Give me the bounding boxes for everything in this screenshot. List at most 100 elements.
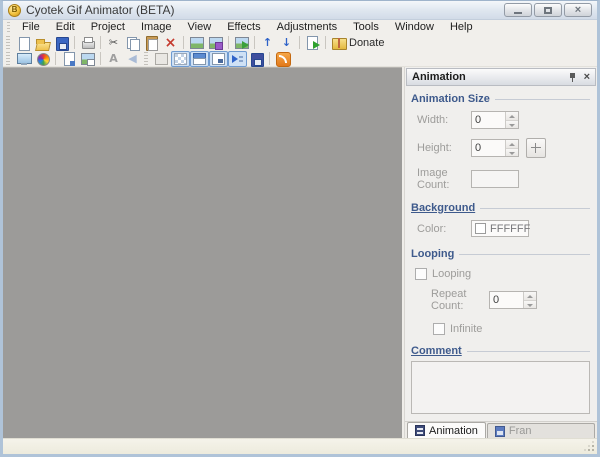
editor-canvas	[3, 67, 402, 438]
view-checkerboard-button[interactable]	[171, 51, 190, 67]
resize-button[interactable]	[526, 138, 546, 158]
color-palette-button[interactable]	[33, 51, 52, 67]
cut-button[interactable]: ✂	[104, 35, 123, 51]
background-color-picker[interactable]: FFFFFF	[471, 220, 529, 237]
extract-frames-icon	[234, 36, 249, 50]
width-stepper[interactable]: 0	[471, 111, 519, 129]
menu-edit[interactable]: Edit	[48, 21, 83, 33]
duplicate-frame-button[interactable]	[78, 51, 97, 67]
titlebar: B Cyotek Gif Animator (BETA) ×	[3, 1, 597, 20]
width-up-icon[interactable]	[506, 112, 518, 121]
infinite-label: Infinite	[450, 323, 482, 335]
toolbar-separator	[183, 36, 184, 49]
image-count-field[interactable]	[471, 170, 519, 188]
menubar-grip[interactable]	[7, 22, 10, 32]
add-image-from-clipboard-button[interactable]	[206, 35, 225, 51]
extract-frames-button[interactable]	[232, 35, 251, 51]
section-animation-size: Animation Size	[411, 93, 590, 105]
view-normal-button[interactable]	[152, 51, 171, 67]
menu-file[interactable]: File	[14, 21, 48, 33]
text-tool-button[interactable]: A	[104, 51, 123, 67]
menu-view[interactable]: View	[180, 21, 220, 33]
panel-header: Animation ×	[406, 68, 596, 86]
news-feed-button[interactable]	[273, 51, 292, 67]
copy-button[interactable]	[123, 35, 142, 51]
menu-effects[interactable]: Effects	[219, 21, 268, 33]
panel-title: Animation	[412, 71, 466, 83]
rss-icon	[275, 52, 290, 66]
toolbar-grip[interactable]	[6, 36, 10, 49]
menu-tools[interactable]: Tools	[345, 21, 387, 33]
pin-icon[interactable]	[568, 72, 577, 83]
add-image-clipboard-icon	[208, 36, 223, 50]
view-frame-list-button[interactable]	[228, 51, 247, 67]
move-up-button[interactable]: ↑	[258, 35, 277, 51]
donate-button[interactable]: Donate	[329, 35, 388, 51]
paste-button[interactable]	[142, 35, 161, 51]
print-button[interactable]	[78, 35, 97, 51]
toolbar-separator	[100, 36, 101, 49]
maximize-button[interactable]	[534, 3, 562, 17]
toolbar-separator	[299, 36, 300, 49]
scissors-icon: ✂	[106, 36, 121, 50]
toolbar-grip[interactable]	[6, 52, 10, 65]
looping-checkbox[interactable]	[415, 268, 427, 280]
height-stepper[interactable]: 0	[471, 139, 519, 157]
left-triangle-icon: ◀	[125, 52, 140, 66]
toolbar-view: A◀	[3, 51, 597, 67]
height-up-icon[interactable]	[506, 140, 518, 149]
comment-field[interactable]	[411, 361, 590, 414]
toolbar-separator	[269, 52, 270, 65]
tab-fran[interactable]: Fran	[487, 423, 595, 438]
menu-help[interactable]: Help	[442, 21, 481, 33]
repeat-count-stepper[interactable]: 0	[489, 291, 537, 309]
open-button[interactable]	[33, 35, 52, 51]
add-image-icon	[189, 36, 204, 50]
section-comment: Comment	[411, 345, 590, 357]
save-button[interactable]	[52, 35, 71, 51]
gift-icon	[331, 36, 346, 50]
infinite-checkbox[interactable]	[433, 323, 445, 335]
menu-project[interactable]: Project	[83, 21, 133, 33]
preview-animation-button[interactable]	[14, 51, 33, 67]
tab-label: Animation	[429, 425, 478, 437]
export-button[interactable]	[303, 35, 322, 51]
save-all-button[interactable]	[247, 51, 266, 67]
repeat-count-value: 0	[490, 292, 523, 308]
export-icon	[305, 36, 320, 50]
copy-frame-button[interactable]	[59, 51, 78, 67]
repeat-down-icon[interactable]	[524, 301, 536, 309]
delete-button[interactable]: ×	[161, 35, 180, 51]
image-copy-icon	[80, 52, 95, 66]
close-button[interactable]: ×	[564, 3, 592, 17]
split-view-icon	[192, 52, 207, 66]
toolbar-separator	[325, 36, 326, 49]
minimize-button[interactable]	[504, 3, 532, 17]
previous-frame-button[interactable]: ◀	[123, 51, 142, 67]
move-down-button[interactable]: ↓	[277, 35, 296, 51]
view-preview-pane-button[interactable]	[209, 51, 228, 67]
window-title: Cyotek Gif Animator (BETA)	[26, 3, 174, 17]
new-project-button[interactable]	[14, 35, 33, 51]
color-label: Color:	[411, 223, 471, 235]
view-split-button[interactable]	[190, 51, 209, 67]
panel-close-icon[interactable]: ×	[584, 72, 590, 83]
add-image-button[interactable]	[187, 35, 206, 51]
letter-a-icon: A	[106, 52, 121, 66]
plain-view-icon	[154, 52, 169, 66]
clipboard-icon	[61, 52, 76, 66]
toolbar-grip[interactable]	[144, 52, 148, 65]
printer-icon	[80, 36, 95, 50]
minimize-icon	[514, 12, 522, 14]
resize-grip[interactable]	[584, 441, 594, 451]
menu-image[interactable]: Image	[133, 21, 180, 33]
height-down-icon[interactable]	[506, 149, 518, 157]
menu-window[interactable]: Window	[387, 21, 442, 33]
tab-animation[interactable]: Animation	[407, 422, 486, 438]
donate-label: Donate	[349, 37, 386, 49]
menu-adjustments[interactable]: Adjustments	[269, 21, 346, 33]
section-looping: Looping	[411, 248, 590, 260]
repeat-up-icon[interactable]	[524, 292, 536, 301]
animation-tab-icon	[415, 425, 425, 436]
width-down-icon[interactable]	[506, 121, 518, 129]
